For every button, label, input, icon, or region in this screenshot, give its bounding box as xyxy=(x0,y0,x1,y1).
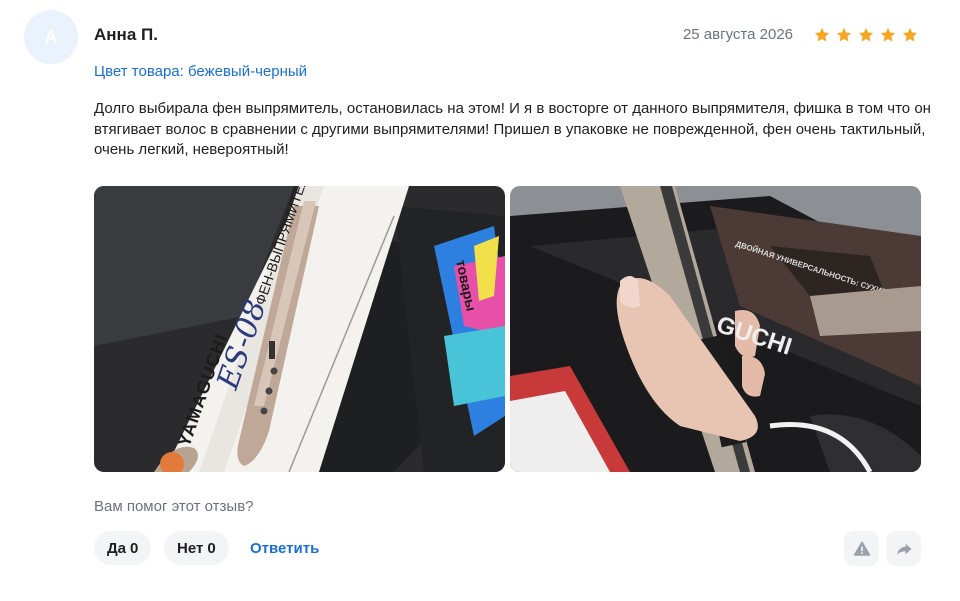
share-button[interactable] xyxy=(886,531,921,566)
star-icon xyxy=(814,27,830,42)
reply-link[interactable]: Ответить xyxy=(250,540,319,557)
avatar: А xyxy=(24,10,78,64)
helpful-no-button[interactable]: Нет 0 xyxy=(164,531,229,565)
helpful-question: Вам помог этот отзыв? xyxy=(94,498,254,515)
review-photo-2[interactable]: ДВОЙНАЯ УНИВЕРСАЛЬНОСТЬ: СУХИЕ И ВЛАЖНЫЕ… xyxy=(510,186,921,472)
report-button[interactable] xyxy=(844,531,879,566)
avatar-letter: А xyxy=(44,26,58,47)
photo-box-on-seat: товары YAMAGUCHI ФЕН-ВЫПРЯМИТЕЛЬ ES-08 xyxy=(94,186,505,472)
share-icon xyxy=(896,543,911,555)
star-icon xyxy=(902,27,918,42)
photo-hand-with-device: ДВОЙНАЯ УНИВЕРСАЛЬНОСТЬ: СУХИЕ И ВЛАЖНЫЕ… xyxy=(510,186,921,472)
author-name: Анна П. xyxy=(94,25,158,44)
star-icon xyxy=(858,27,874,42)
warning-icon xyxy=(853,541,870,556)
star-icon xyxy=(836,27,852,42)
product-variant: Цвет товара: бежевый-черный xyxy=(94,63,308,80)
yes-label: Да xyxy=(107,539,127,557)
no-label: Нет xyxy=(177,539,204,557)
helpful-yes-button[interactable]: Да 0 xyxy=(94,531,152,565)
yes-count: 0 xyxy=(130,539,139,557)
star-icon xyxy=(880,27,896,42)
review-photo-1[interactable]: товары YAMAGUCHI ФЕН-ВЫПРЯМИТЕЛЬ ES-08 xyxy=(94,186,505,472)
no-count: 0 xyxy=(207,539,216,557)
review-date: 25 августа 2026 xyxy=(682,26,793,43)
review-text: Долго выбирала фен выпрямитель, останови… xyxy=(94,100,931,158)
rating-stars xyxy=(813,26,919,44)
